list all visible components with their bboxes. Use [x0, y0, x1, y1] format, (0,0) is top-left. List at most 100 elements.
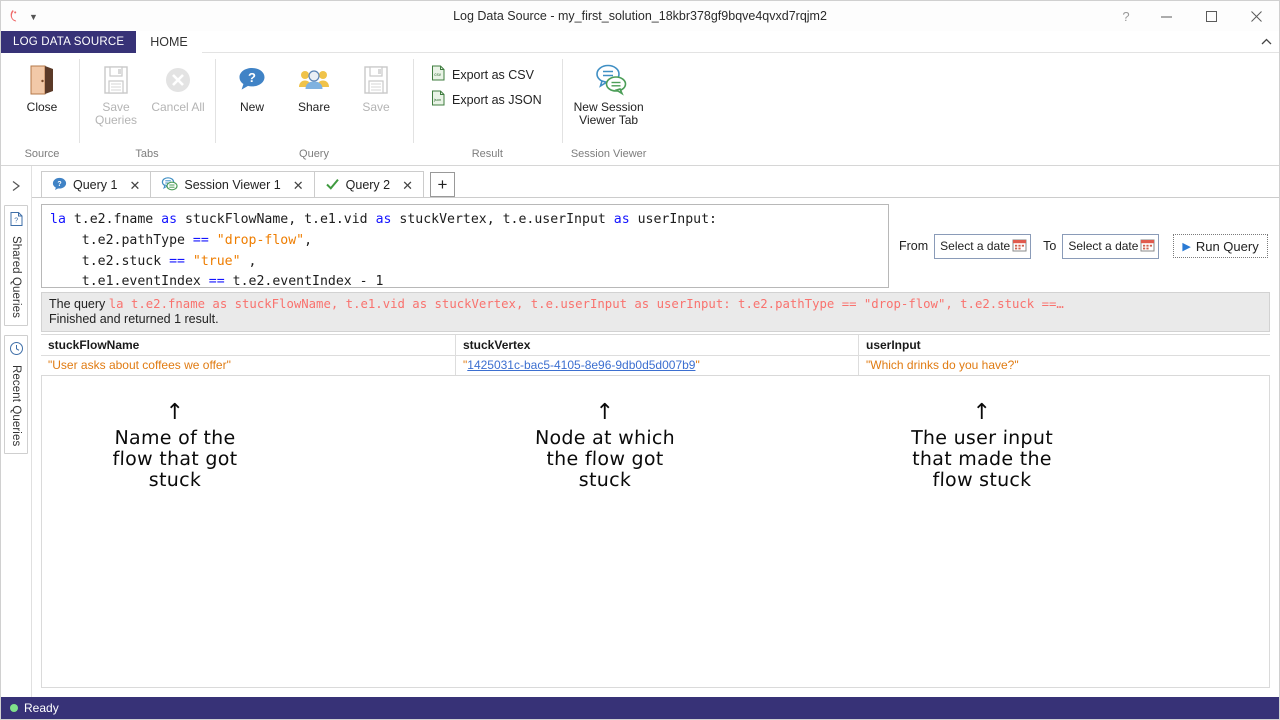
tab-session-viewer-1-close-icon[interactable]: ✕: [291, 179, 306, 192]
annotation-line-1: Node at which: [534, 427, 676, 449]
ribbon-group-session-viewer-label: Session Viewer: [570, 148, 647, 160]
annotation-userinput: ↑ The user input that made the flow stuc…: [872, 402, 1092, 492]
query-line-3: t.e2.stuck == "true" ,: [50, 252, 882, 273]
help-button[interactable]: ?: [1108, 1, 1144, 31]
tab-query-1-close-icon[interactable]: ✕: [127, 179, 142, 192]
csv-file-icon: csv: [431, 65, 446, 85]
sidebar-item-recent-queries[interactable]: Recent Queries: [4, 334, 28, 455]
run-query-button[interactable]: ▶ Run Query: [1173, 234, 1268, 258]
ribbon-group-query-label: Query: [299, 148, 329, 160]
run-query-label: Run Query: [1195, 238, 1259, 254]
from-date-input[interactable]: Select a date: [934, 233, 1032, 259]
new-tab-button[interactable]: +: [430, 172, 456, 197]
blue-question-bubble-icon: ?: [52, 177, 67, 194]
save-query-label: Save: [362, 100, 390, 114]
svg-text:?: ?: [248, 70, 256, 85]
annotation-line-2: that made the: [911, 448, 1053, 470]
question-bubble-icon: ?: [236, 62, 268, 98]
arrow-up-icon: ↑: [165, 400, 185, 425]
table-row[interactable]: "User asks about coffees we offer" "1425…: [41, 355, 1270, 375]
tab-session-viewer-1[interactable]: Session Viewer 1 ✕: [150, 171, 315, 198]
tab-log-data-source[interactable]: LOG DATA SOURCE: [1, 31, 137, 53]
clock-icon: [9, 341, 24, 361]
share-query-button[interactable]: Share: [283, 58, 345, 114]
ribbon-group-source-label: Source: [24, 148, 60, 160]
results-header-row: stuckFlowName stuckVertex userInput: [41, 335, 1270, 355]
column-header-stuckflowname[interactable]: stuckFlowName: [41, 335, 455, 355]
green-check-icon: [325, 177, 340, 194]
query-line-2: t.e2.pathType == "drop-flow",: [50, 231, 882, 252]
door-icon: [26, 62, 58, 98]
calendar-icon[interactable]: [1012, 238, 1027, 255]
tab-query-2-label: Query 2: [345, 178, 391, 192]
annotation-canvas: ↑ Name of the flow that got stuck ↑ Node…: [41, 376, 1270, 688]
save-query-button[interactable]: Save: [345, 58, 407, 114]
tab-query-2[interactable]: Query 2 ✕: [313, 171, 425, 198]
quick-access-dropdown-icon[interactable]: ▼: [29, 11, 38, 22]
to-label: To: [1043, 239, 1057, 253]
save-queries-button[interactable]: Save Queries: [85, 58, 147, 127]
query-token: t.e1.eventIndex: [50, 274, 209, 288]
quick-access-toolbar: ▼: [1, 8, 38, 24]
column-header-stuckvertex[interactable]: stuckVertex: [455, 335, 858, 355]
ribbon-group-result-label: Result: [471, 148, 503, 160]
tab-query-2-close-icon[interactable]: ✕: [400, 179, 415, 192]
expand-panel-icon[interactable]: [5, 175, 27, 197]
query-panel: la t.e2.fname as stuckFlowName, t.e1.vid…: [32, 198, 1279, 292]
export-as-csv-button[interactable]: csv Export as CSV: [427, 62, 546, 87]
new-session-viewer-tab-button[interactable]: New Session Viewer Tab: [568, 58, 650, 127]
query-token: stuckVertex, t.e.userInput: [399, 212, 614, 227]
ribbon-group-tabs-label: Tabs: [135, 148, 159, 160]
from-label: From: [899, 239, 929, 253]
query-token: la: [50, 212, 74, 227]
to-date-value: Select a date: [1068, 239, 1139, 253]
export-as-json-label: Export as JSON: [452, 92, 542, 107]
export-as-json-button[interactable]: json Export as JSON: [427, 87, 546, 112]
sidebar-item-recent-queries-label: Recent Queries: [10, 364, 22, 447]
annotation-line-1: The user input: [910, 427, 1054, 449]
new-session-viewer-tab-label: New Session Viewer Tab: [573, 100, 644, 127]
tab-query-1[interactable]: ? Query 1 ✕: [41, 171, 152, 198]
to-date-input[interactable]: Select a date: [1062, 233, 1160, 259]
save-disk-icon: [361, 62, 391, 98]
minimize-button[interactable]: [1144, 1, 1189, 31]
query-token: stuckFlowName, t.e1.vid: [185, 212, 376, 227]
query-editor[interactable]: la t.e2.fname as stuckFlowName, t.e1.vid…: [41, 204, 889, 288]
tab-session-viewer-1-label: Session Viewer 1: [184, 178, 281, 192]
application-window: ▼ Log Data Source - my_first_solution_18…: [0, 0, 1280, 720]
message-prefix: The query: [49, 297, 109, 311]
cancel-circle-icon: [163, 62, 193, 98]
results-grid: stuckFlowName stuckVertex userInput "Use…: [41, 334, 1270, 376]
new-query-label: New: [239, 100, 264, 114]
ribbon-group-source: Close Source: [5, 53, 79, 165]
stuckvertex-link[interactable]: 1425031c-bac5-4105-8e96-9db0d5d007b9: [467, 358, 695, 372]
maximize-button[interactable]: [1189, 1, 1234, 31]
cancel-all-label: Cancel All: [151, 100, 205, 114]
close-source-button[interactable]: Close: [11, 58, 73, 114]
shared-query-icon: ?: [9, 211, 24, 232]
ribbon-collapse-icon[interactable]: [1253, 31, 1279, 53]
share-query-label: Share: [297, 100, 331, 114]
sidebar-item-shared-queries-label: Shared Queries: [10, 236, 22, 318]
column-header-userinput[interactable]: userInput: [858, 335, 1270, 355]
query-line-1: la t.e2.fname as stuckFlowName, t.e1.vid…: [50, 210, 882, 231]
annotation-line-3: stuck: [148, 469, 202, 491]
query-token: as: [161, 212, 185, 227]
cell-stuckvertex: "1425031c-bac5-4105-8e96-9db0d5d007b9": [455, 356, 858, 375]
tab-home[interactable]: HOME: [136, 31, 202, 53]
export-as-csv-label: Export as CSV: [452, 67, 534, 82]
ribbon-group-tabs: Save Queries Cancel All Tabs: [79, 53, 215, 165]
close-button[interactable]: [1234, 1, 1279, 31]
ribbon-tab-strip: LOG DATA SOURCE HOME: [1, 31, 1279, 53]
new-query-button[interactable]: ? New: [221, 58, 283, 114]
close-source-label: Close: [26, 100, 58, 114]
message-status-line: Finished and returned 1 result.: [49, 312, 219, 326]
from-date-value: Select a date: [940, 239, 1011, 253]
save-queries-label: Save Queries: [94, 100, 138, 127]
calendar-icon[interactable]: [1140, 238, 1155, 255]
query-line-4: t.e1.eventIndex == t.e2.eventIndex - 1: [50, 272, 882, 288]
svg-text:?: ?: [57, 181, 61, 188]
cancel-all-button[interactable]: Cancel All: [147, 58, 209, 114]
annotation-stuckflowname: ↑ Name of the flow that got stuck: [70, 400, 280, 492]
sidebar-item-shared-queries[interactable]: ? Shared Queries: [4, 205, 28, 326]
